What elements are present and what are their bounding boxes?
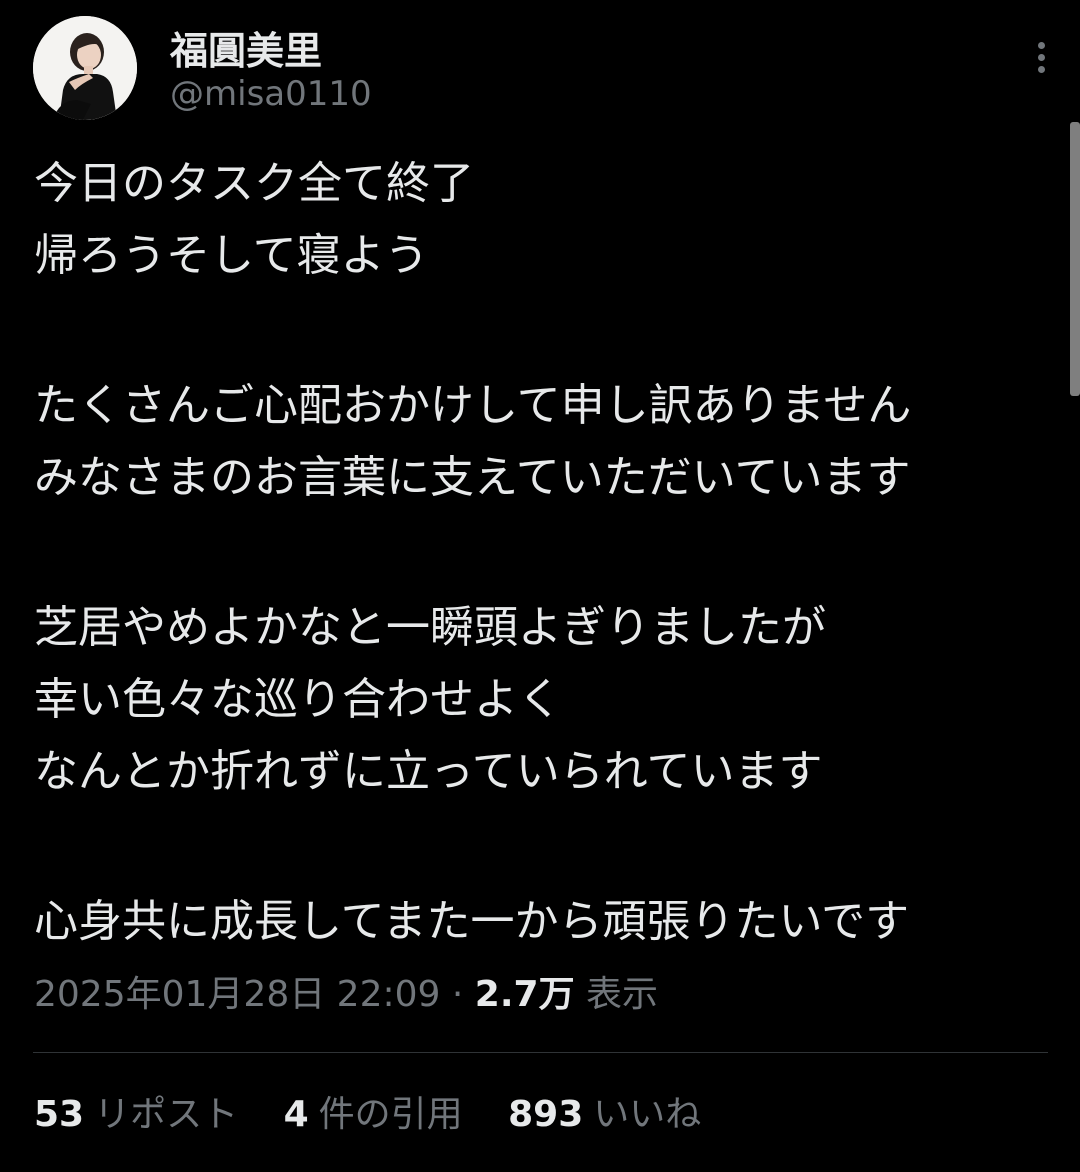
quotes-label: 件の引用 <box>318 1094 463 1135</box>
views-label: 表示 <box>586 974 659 1015</box>
tweet-line: なんとか折れずに立っていられています <box>34 746 823 797</box>
tweet-line: 心身共に成長してまた一から頑張りたいです <box>34 896 910 947</box>
user-handle[interactable]: @misa0110 <box>170 74 372 114</box>
quotes-count: 4 <box>283 1094 309 1135</box>
reposts-stat[interactable]: 53 リポスト <box>34 1088 238 1142</box>
scrollbar[interactable] <box>1070 122 1080 396</box>
meta-separator: · <box>451 974 464 1015</box>
likes-label: いいね <box>593 1094 702 1135</box>
tweet-line: 帰ろうそして寝よう <box>34 230 429 281</box>
reposts-count: 53 <box>34 1094 85 1135</box>
more-vertical-icon[interactable] <box>1029 38 1053 78</box>
tweet-header: 福圓美里 @misa0110 <box>33 16 1053 122</box>
reposts-label: リポスト <box>94 1094 239 1135</box>
avatar[interactable] <box>33 16 137 120</box>
tweet-line: 今日のタスク全て終了 <box>34 158 474 209</box>
tweet-text: 今日のタスク全て終了 帰ろうそして寝よう たくさんご心配おかけして申し訳ありませ… <box>34 148 1044 958</box>
views-count: 2.7万 <box>474 974 575 1015</box>
divider <box>33 1052 1048 1053</box>
tweet-line: たくさんご心配おかけして申し訳ありません <box>34 380 912 431</box>
avatar-photo <box>33 16 137 120</box>
likes-stat[interactable]: 893 いいね <box>508 1088 701 1142</box>
quotes-stat[interactable]: 4 件の引用 <box>284 1088 463 1142</box>
likes-count: 893 <box>508 1094 584 1135</box>
tweet-line: 幸い色々な巡り合わせよく <box>34 674 562 725</box>
tweet-line: みなさまのお言葉に支えていただいています <box>34 452 911 503</box>
display-name[interactable]: 福圓美里 <box>170 20 322 75</box>
tweet-line: 芝居やめよかなと一瞬頭よぎりましたが <box>34 602 826 653</box>
engagement-stats: 53 リポスト 4 件の引用 893 いいね <box>34 1088 735 1142</box>
tweet-meta: 2025年01月28日 22:09 · 2.7万 表示 <box>34 968 658 1022</box>
timestamp[interactable]: 2025年01月28日 22:09 <box>34 974 440 1015</box>
